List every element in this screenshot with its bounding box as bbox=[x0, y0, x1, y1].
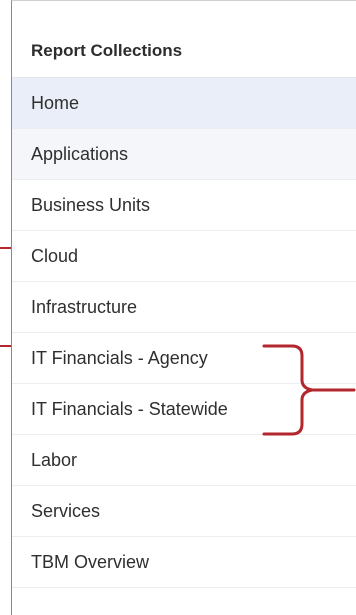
menu-item-services[interactable]: Services bbox=[12, 486, 356, 537]
menu-item-business-units[interactable]: Business Units bbox=[12, 180, 356, 231]
menu-item-home[interactable]: Home bbox=[12, 78, 356, 129]
report-collections-panel: Report Collections Home Applications Bus… bbox=[11, 0, 356, 615]
menu-item-labor[interactable]: Labor bbox=[12, 435, 356, 486]
menu-item-tbm-overview[interactable]: TBM Overview bbox=[12, 537, 356, 588]
screenshot-stage: Report Collections Home Applications Bus… bbox=[0, 0, 356, 615]
annotation-curly-brace bbox=[262, 344, 356, 436]
panel-title: Report Collections bbox=[12, 1, 356, 78]
menu-item-cloud[interactable]: Cloud bbox=[12, 231, 356, 282]
report-collections-list: Home Applications Business Units Cloud I… bbox=[12, 78, 356, 588]
menu-item-applications[interactable]: Applications bbox=[12, 129, 356, 180]
menu-item-infrastructure[interactable]: Infrastructure bbox=[12, 282, 356, 333]
